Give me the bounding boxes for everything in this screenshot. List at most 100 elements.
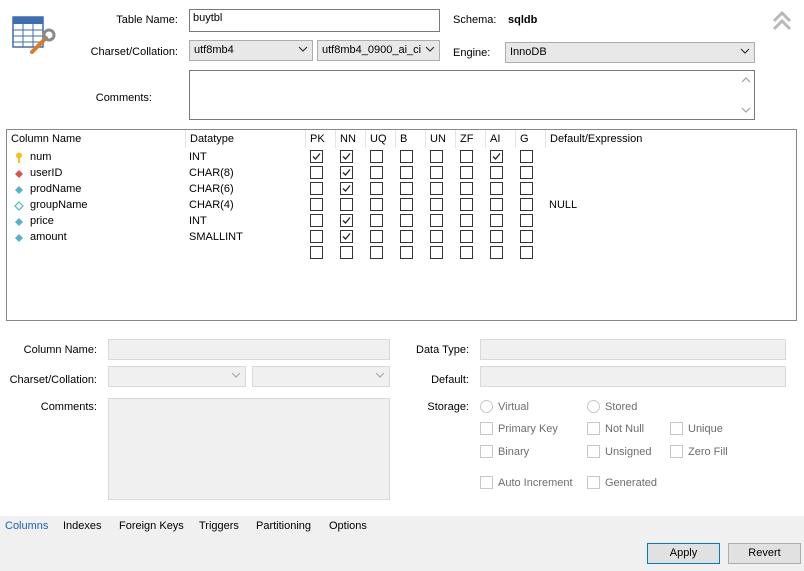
columns-grid[interactable]: Column Name Datatype PK NN UQ B UN ZF AI… [6, 129, 797, 321]
cell-column-name[interactable]: amount [30, 229, 67, 245]
header-un[interactable]: UN [426, 130, 456, 148]
cell-datatype[interactable]: SMALLINT [189, 229, 243, 245]
generated-checkbox[interactable] [587, 476, 600, 489]
stored-radio[interactable] [587, 400, 600, 413]
engine-select[interactable]: InnoDB [505, 42, 755, 63]
apply-button[interactable]: Apply [647, 543, 720, 564]
g-checkbox[interactable] [520, 166, 533, 179]
detail-comments-textarea[interactable] [108, 398, 390, 500]
table-row[interactable]: amount SMALLINT [7, 229, 796, 245]
ai-checkbox[interactable] [490, 214, 503, 227]
comments-scrollbar[interactable] [738, 71, 754, 119]
not-null-checkbox[interactable] [587, 422, 600, 435]
b-checkbox[interactable] [400, 230, 413, 243]
collation-select[interactable]: utf8mb4_0900_ai_ci [317, 40, 440, 61]
pk-checkbox[interactable] [310, 182, 323, 195]
cell-column-name[interactable]: userID [30, 165, 62, 181]
un-checkbox[interactable] [430, 182, 443, 195]
header-ai[interactable]: AI [486, 130, 516, 148]
uq-checkbox[interactable] [370, 150, 383, 163]
header-default[interactable]: Default/Expression [546, 130, 796, 148]
g-checkbox[interactable] [520, 182, 533, 195]
nn-checkbox[interactable] [340, 246, 353, 259]
ai-checkbox[interactable] [490, 166, 503, 179]
zf-checkbox[interactable] [460, 214, 473, 227]
unique-checkbox[interactable] [670, 422, 683, 435]
detail-data-type-input[interactable] [480, 339, 786, 360]
cell-default[interactable]: NULL [549, 197, 577, 213]
table-row[interactable]: num INT [7, 149, 796, 165]
nn-checkbox[interactable] [340, 214, 353, 227]
ai-checkbox[interactable] [490, 182, 503, 195]
header-uq[interactable]: UQ [366, 130, 396, 148]
detail-charset-select[interactable] [108, 366, 246, 387]
nn-checkbox[interactable] [340, 150, 353, 163]
un-checkbox[interactable] [430, 230, 443, 243]
table-row[interactable]: groupName CHAR(4) NULL [7, 197, 796, 213]
table-name-input[interactable]: buytbl [189, 9, 440, 32]
nn-checkbox[interactable] [340, 230, 353, 243]
g-checkbox[interactable] [520, 150, 533, 163]
cell-datatype[interactable]: CHAR(4) [189, 197, 234, 213]
b-checkbox[interactable] [400, 214, 413, 227]
collapse-icon[interactable] [771, 10, 793, 32]
b-checkbox[interactable] [400, 246, 413, 259]
zf-checkbox[interactable] [460, 246, 473, 259]
g-checkbox[interactable] [520, 214, 533, 227]
un-checkbox[interactable] [430, 198, 443, 211]
b-checkbox[interactable] [400, 182, 413, 195]
ai-checkbox[interactable] [490, 230, 503, 243]
virtual-radio[interactable] [480, 400, 493, 413]
uq-checkbox[interactable] [370, 230, 383, 243]
zf-checkbox[interactable] [460, 182, 473, 195]
pk-checkbox[interactable] [310, 198, 323, 211]
revert-button[interactable]: Revert [728, 543, 801, 564]
ai-checkbox[interactable] [490, 198, 503, 211]
comments-textarea[interactable] [189, 70, 755, 120]
nn-checkbox[interactable] [340, 182, 353, 195]
cell-datatype[interactable]: INT [189, 149, 207, 165]
cell-datatype[interactable]: CHAR(8) [189, 165, 234, 181]
ai-checkbox[interactable] [490, 246, 503, 259]
b-checkbox[interactable] [400, 198, 413, 211]
binary-checkbox[interactable] [480, 445, 493, 458]
zf-checkbox[interactable] [460, 150, 473, 163]
nn-checkbox[interactable] [340, 166, 353, 179]
pk-checkbox[interactable] [310, 214, 323, 227]
b-checkbox[interactable] [400, 150, 413, 163]
detail-collation-select[interactable] [252, 366, 390, 387]
header-pk[interactable]: PK [306, 130, 336, 148]
un-checkbox[interactable] [430, 214, 443, 227]
tab-columns[interactable]: Columns [5, 520, 48, 532]
detail-default-input[interactable] [480, 366, 786, 387]
un-checkbox[interactable] [430, 150, 443, 163]
un-checkbox[interactable] [430, 166, 443, 179]
tab-options[interactable]: Options [329, 520, 367, 532]
detail-column-name-input[interactable] [108, 339, 390, 360]
g-checkbox[interactable] [520, 230, 533, 243]
uq-checkbox[interactable] [370, 182, 383, 195]
g-checkbox[interactable] [520, 246, 533, 259]
table-row[interactable] [7, 245, 796, 261]
header-column-name[interactable]: Column Name [7, 130, 186, 148]
auto-increment-checkbox[interactable] [480, 476, 493, 489]
g-checkbox[interactable] [520, 198, 533, 211]
cell-column-name[interactable]: price [30, 213, 54, 229]
unsigned-checkbox[interactable] [587, 445, 600, 458]
charset-select[interactable]: utf8mb4 [189, 40, 313, 61]
header-zf[interactable]: ZF [456, 130, 486, 148]
zf-checkbox[interactable] [460, 198, 473, 211]
b-checkbox[interactable] [400, 166, 413, 179]
uq-checkbox[interactable] [370, 198, 383, 211]
cell-datatype[interactable]: INT [189, 213, 207, 229]
scroll-up-icon[interactable] [741, 76, 751, 84]
nn-checkbox[interactable] [340, 198, 353, 211]
uq-checkbox[interactable] [370, 214, 383, 227]
tab-foreign-keys[interactable]: Foreign Keys [119, 520, 184, 532]
table-row[interactable]: userID CHAR(8) [7, 165, 796, 181]
scroll-down-icon[interactable] [741, 106, 751, 114]
header-nn[interactable]: NN [336, 130, 366, 148]
primary-key-checkbox[interactable] [480, 422, 493, 435]
header-datatype[interactable]: Datatype [186, 130, 306, 148]
uq-checkbox[interactable] [370, 166, 383, 179]
